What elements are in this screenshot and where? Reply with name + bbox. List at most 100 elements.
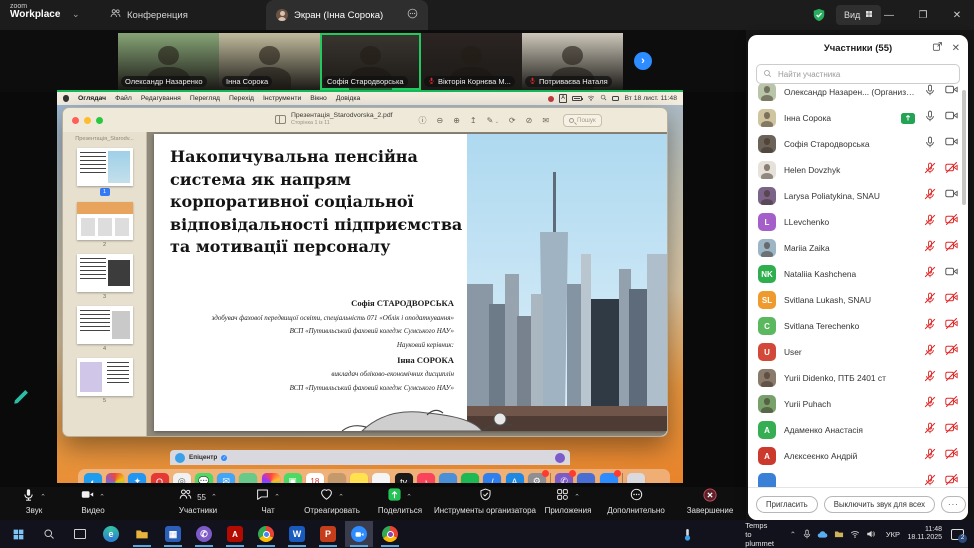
participant-search-input[interactable] (776, 69, 953, 80)
next-participants-button[interactable]: › (634, 52, 652, 70)
books-dock-icon[interactable] (328, 473, 346, 484)
taskbar-powerpoint-button[interactable]: P (314, 521, 342, 547)
participant-row[interactable]: Yurii Didenko, ПТБ 2401 ст (748, 365, 968, 391)
taskbar-task-view-button[interactable] (66, 521, 94, 547)
crop-icon[interactable]: ⊘ (526, 116, 533, 125)
weather-dock-icon[interactable] (439, 473, 457, 484)
video-tile[interactable]: Потриваєва Наталя (522, 33, 623, 90)
music-dock-icon[interactable]: ♪ (417, 473, 435, 484)
safari-dock-icon[interactable]: ✦ (128, 473, 146, 484)
maps-dock-icon[interactable] (239, 473, 257, 484)
taskbar-acrobat-button[interactable]: A (221, 521, 249, 547)
mac-menu-item[interactable]: Інструменти (263, 95, 301, 102)
mic-muted-icon[interactable] (924, 343, 936, 361)
chevron-up-icon[interactable]: ⌃ (338, 493, 344, 501)
participant-row[interactable]: UUser (748, 339, 968, 365)
toolbar-share-button[interactable]: ⌃Поделиться (364, 489, 436, 519)
mic-muted-icon[interactable] (924, 473, 936, 487)
control-center-icon[interactable] (612, 96, 619, 101)
camera-muted-icon[interactable] (945, 369, 958, 387)
chevron-up-icon[interactable]: ⌃ (574, 493, 580, 501)
mic-muted-icon[interactable] (924, 161, 936, 179)
participant-search-box[interactable] (756, 64, 960, 84)
toolbar-heart-button[interactable]: ⌃Отреагировать (292, 489, 372, 519)
toolbar-chat-button[interactable]: ⌃Чат (246, 489, 290, 519)
mac-minimize-icon[interactable] (84, 117, 91, 124)
chevron-up-icon[interactable]: ⌃ (406, 493, 412, 501)
mic-icon[interactable] (924, 135, 936, 153)
chevron-up-icon[interactable]: ⌃ (274, 493, 280, 501)
camera-icon[interactable] (945, 109, 958, 127)
toolbar-end-button[interactable]: Завершение (682, 489, 738, 519)
tab-meeting[interactable]: Конференция (100, 0, 198, 30)
onedrive-cloud-icon[interactable] (817, 520, 828, 548)
camera-icon[interactable] (945, 187, 958, 205)
weather-label[interactable]: Temps to plummet (745, 520, 774, 548)
mac-menu-item[interactable]: Вікно (310, 95, 327, 102)
reminders-dock-icon[interactable] (372, 473, 390, 484)
pdf-thumb-page-3[interactable] (77, 254, 133, 292)
participant-row[interactable]: LLLevchenko (748, 209, 968, 235)
toolbar-apps-button[interactable]: ⌃Приложения (540, 489, 596, 519)
more-options-button[interactable]: ··· (941, 496, 966, 513)
viber-dock-icon[interactable]: ✆ (555, 473, 573, 484)
speaker-icon[interactable] (866, 520, 876, 548)
taskbar-start-button[interactable] (4, 521, 32, 547)
toolbar-camera-button[interactable]: ⌃Видео (62, 489, 124, 519)
close-panel-icon[interactable]: ✕ (952, 43, 960, 54)
pdf-thumb-page-5[interactable] (77, 358, 133, 396)
popout-icon[interactable] (932, 39, 943, 57)
participant-row[interactable]: SLSvitlana Lukash, SNAU (748, 287, 968, 313)
maximize-button[interactable]: ❐ (906, 0, 940, 30)
stats-dock-icon[interactable] (461, 473, 479, 484)
zoom-app-dock-icon[interactable] (600, 473, 618, 484)
band-dock-icon[interactable] (577, 473, 595, 484)
mic-icon[interactable] (924, 109, 936, 127)
window-traffic-lights[interactable] (72, 117, 103, 124)
clock-widget[interactable]: 11:48 18.11.2025 (907, 520, 942, 548)
taskbar-explorer-button[interactable] (128, 521, 156, 547)
zoom-in-icon[interactable]: ⊕ (453, 116, 460, 125)
language-indicator[interactable]: УКР (886, 520, 900, 548)
chevron-up-icon[interactable]: ⌃ (40, 493, 46, 501)
mac-menu-item[interactable]: Редагування (141, 95, 181, 102)
toolbar-mic-button[interactable]: ⌃Звук (10, 489, 58, 519)
photos-dock-icon[interactable] (262, 473, 280, 484)
zoom-out-icon[interactable]: ⊖ (437, 116, 444, 125)
participant-row[interactable]: Інна Сорока (748, 105, 968, 131)
mac-zoom-icon[interactable] (96, 117, 103, 124)
keynote-dock-icon[interactable]: / (483, 473, 501, 484)
notes-dock-icon[interactable] (350, 473, 368, 484)
wifi-icon[interactable] (587, 94, 595, 104)
weather-thermometer-icon[interactable] (683, 520, 692, 548)
chevron-up-icon[interactable]: ⌃ (211, 493, 217, 501)
mute-all-button[interactable]: Выключить звук для всех (824, 496, 935, 513)
mic-muted-icon[interactable] (924, 291, 936, 309)
network-icon[interactable] (850, 520, 860, 548)
mac-menu-item[interactable]: Перехід (229, 95, 254, 102)
mic-muted-icon[interactable] (924, 239, 936, 257)
participant-row[interactable]: Yurii Puhach (748, 391, 968, 417)
info-icon[interactable]: ⓘ (419, 115, 427, 126)
tray-expand-icon[interactable]: ⌃ (790, 520, 796, 548)
taskbar-zoom-button[interactable] (345, 521, 373, 547)
mic-muted-icon[interactable] (924, 447, 936, 465)
chrome-dock-icon[interactable]: ◎ (173, 473, 191, 484)
pdf-thumb-page-2[interactable] (77, 202, 133, 240)
tv-dock-icon[interactable]: tv (395, 473, 413, 484)
participant-row[interactable]: Larysa Poliatykina, SNAU (748, 183, 968, 209)
trash-dock-icon[interactable] (627, 473, 645, 484)
mic-muted-icon[interactable] (924, 369, 936, 387)
chevron-up-icon[interactable]: ⌃ (99, 493, 105, 501)
calendar-dock-icon[interactable]: 18 (306, 473, 324, 484)
mic-muted-icon[interactable] (924, 317, 936, 335)
messages-dock-icon[interactable]: 💬 (195, 473, 213, 484)
participant-row[interactable]: Mariia Zaika (748, 235, 968, 261)
pdf-thumb-page-1[interactable] (77, 148, 133, 186)
camera-icon[interactable] (945, 135, 958, 153)
tray-mic-icon[interactable] (802, 520, 812, 548)
camera-icon[interactable] (945, 265, 958, 283)
mic-muted-icon[interactable] (924, 187, 936, 205)
mac-menu-item[interactable]: Файл (115, 95, 132, 102)
keyboard-layout-icon[interactable]: A (559, 94, 568, 103)
